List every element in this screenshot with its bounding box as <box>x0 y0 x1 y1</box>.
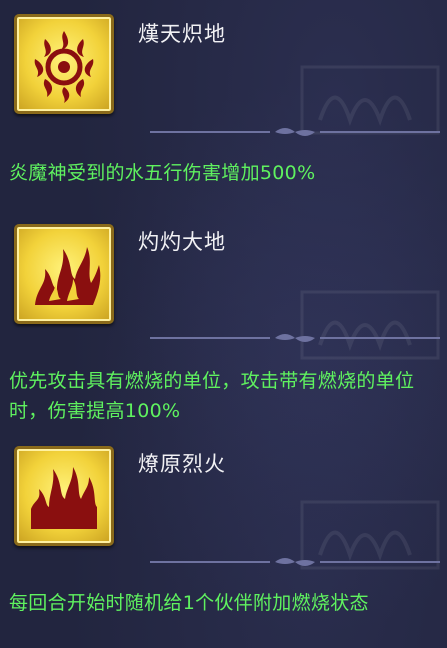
skill-description: 炎魔神受到的水五行伤害增加500% <box>9 162 316 184</box>
ornamental-divider <box>150 330 440 346</box>
background-watermark <box>300 290 440 360</box>
skill-name: 熯天炽地 <box>138 22 226 46</box>
skill-description: 优先攻击具有燃烧的单位，攻击带有燃烧的单位时，伤害提高100% <box>9 370 415 422</box>
skill-name: 燎原烈火 <box>138 452 226 476</box>
skill-description: 每回合开始时随机给1个伙伴附加燃烧状态 <box>9 592 369 614</box>
fire-burst-icon[interactable] <box>14 224 114 324</box>
ornamental-divider <box>150 554 440 570</box>
skill-name: 灼灼大地 <box>138 230 226 254</box>
ornamental-divider <box>150 124 440 140</box>
flames-icon[interactable] <box>14 446 114 546</box>
fire-ring-icon[interactable] <box>14 14 114 114</box>
